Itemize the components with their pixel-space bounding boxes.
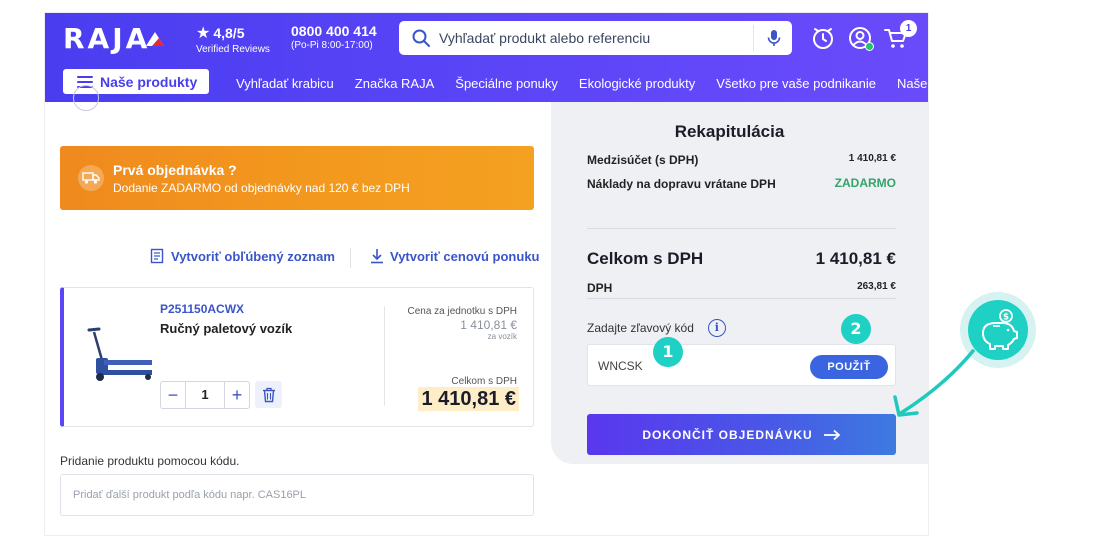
microphone-icon[interactable] — [764, 28, 784, 48]
vat-label: DPH — [587, 281, 613, 295]
unit-price-label: Cena za jednotku s DPH — [407, 306, 517, 317]
quote-label: Vytvoriť cenovú ponuku — [390, 248, 540, 264]
header-top-bar: RAJA ★ 4,8/5 Verified Reviews 0800 400 4… — [45, 13, 928, 65]
shipping-label: Náklady na dopravu vrátane DPH — [587, 177, 776, 191]
summary-title: Rekapitulácia — [674, 122, 785, 141]
svg-text:$: $ — [1003, 313, 1009, 323]
shipping-value: ZADARMO — [834, 176, 896, 190]
grand-total-value: 1 410,81 € — [815, 249, 896, 268]
order-summary-panel: Rekapitulácia Medzisúčet (s DPH) 1 410,8… — [551, 102, 928, 464]
nav-links: Vyhľadať krabicu Značka RAJA Špeciálne p… — [236, 65, 928, 102]
star-icon: ★ — [196, 25, 211, 42]
create-quote-link[interactable]: Vytvoriť cenovú ponuku — [370, 248, 540, 264]
summary-divider-1 — [587, 228, 896, 229]
line-total-label: Celkom s DPH — [451, 376, 517, 387]
info-icon[interactable]: i — [707, 319, 726, 337]
nav-link-raja-brand[interactable]: Značka RAJA — [355, 76, 434, 91]
pallet-truck-image[interactable] — [80, 326, 156, 384]
create-favourite-list-link[interactable]: Vytvoriť obľúbený zoznam — [149, 248, 335, 264]
product-name[interactable]: Ručný paletový vozík — [160, 321, 292, 336]
rating-value: 4,8/5 — [213, 25, 245, 41]
add-product-code-input[interactable] — [60, 474, 534, 516]
promo-code-label-row: Zadajte zľavový kód i — [587, 319, 726, 337]
product-reference[interactable]: P251150ACWX — [160, 302, 244, 316]
vat-row: DPH 263,81 € — [587, 281, 896, 295]
trash-icon — [262, 387, 275, 402]
cart-product-card: P251150ACWX Ručný paletový vozík − 1 + C… — [60, 287, 534, 427]
raja-logo[interactable]: RAJA — [63, 21, 165, 55]
unit-price-per: za vozík — [487, 332, 517, 341]
increase-quantity-button[interactable]: + — [225, 382, 249, 408]
first-order-banner: Prvá objednávka ? Dodanie ZADARMO od obj… — [60, 146, 534, 210]
nav-link-business[interactable]: Všetko pre vaše podnikanie — [716, 76, 876, 91]
order-tracking-clock-icon[interactable] — [810, 25, 836, 51]
phone-hours: (Po-Pi 8:00-17:00) — [291, 40, 373, 51]
search-bar — [399, 21, 792, 55]
phone-contact[interactable]: 0800 400 414 (Po-Pi 8:00-17:00) — [291, 23, 377, 51]
arrow-right-icon — [823, 429, 841, 440]
promo-code-label: Zadajte zľavový kód — [587, 321, 694, 335]
verified-reviews-rating[interactable]: ★ 4,8/5 Verified Reviews — [196, 23, 270, 55]
favourite-list-label: Vytvoriť obľúbený zoznam — [171, 248, 335, 264]
rating-source: Verified Reviews — [196, 44, 270, 55]
search-input[interactable] — [431, 23, 753, 53]
download-icon — [371, 249, 383, 264]
action-links-divider — [350, 248, 351, 268]
step-indicator-circle — [73, 85, 99, 111]
complete-order-button[interactable]: DOKONČIŤ OBJEDNÁVKU — [587, 414, 896, 455]
subtotal-row: Medzisúčet (s DPH) 1 410,81 € — [587, 153, 896, 167]
logo-flag-icon — [146, 32, 165, 46]
summary-divider-2 — [587, 298, 896, 299]
step-2-marker: 2 — [841, 314, 871, 344]
vat-value: 263,81 € — [857, 281, 896, 292]
pointer-arrow — [893, 349, 975, 417]
nav-link-eco-products[interactable]: Ekologické produkty — [579, 76, 695, 91]
step-1-marker: 1 — [653, 337, 683, 367]
price-divider — [384, 306, 385, 406]
line-total-value: 1 410,81 € — [418, 387, 519, 411]
logo-text: RAJA — [63, 21, 151, 55]
promo-code-box: POUŽIŤ — [587, 344, 896, 386]
decrease-quantity-button[interactable]: − — [161, 382, 185, 408]
nav-link-find-box[interactable]: Vyhľadať krabicu — [236, 76, 334, 91]
nav-link-more[interactable]: Naše — [897, 76, 927, 91]
cart-count-badge: 1 — [900, 20, 917, 37]
subtotal-label: Medzisúčet (s DPH) — [587, 153, 699, 167]
delivery-truck-icon — [78, 165, 104, 191]
nav-link-special-offers[interactable]: Špeciálne ponuky — [455, 76, 558, 91]
banner-subtitle: Dodanie ZADARMO od objednávky nad 120 € … — [113, 181, 410, 195]
banner-title: Prvá objednávka ? — [113, 162, 237, 178]
screenshot-stage: RAJA ★ 4,8/5 Verified Reviews 0800 400 4… — [0, 0, 1100, 555]
shipping-row: Náklady na dopravu vrátane DPH ZADARMO — [587, 176, 896, 192]
quantity-stepper: − 1 + — [160, 381, 250, 409]
subtotal-value: 1 410,81 € — [848, 153, 896, 164]
menu-button-label: Naše produkty — [100, 73, 198, 90]
unit-price-value: 1 410,81 € — [460, 318, 517, 332]
quantity-value[interactable]: 1 — [185, 382, 225, 408]
search-divider — [753, 25, 754, 51]
add-product-label: Pridanie produktu pomocou kódu. — [60, 454, 240, 468]
apply-promo-button[interactable]: POUŽIŤ — [810, 355, 888, 379]
grand-total-row: Celkom s DPH 1 410,81 € — [587, 249, 896, 269]
grand-total-label: Celkom s DPH — [587, 249, 704, 268]
main-navigation: Naše produkty Vyhľadať krabicu Značka RA… — [45, 65, 928, 102]
online-status-dot — [865, 42, 874, 51]
cart-page: RAJA ★ 4,8/5 Verified Reviews 0800 400 4… — [45, 13, 928, 535]
search-icon[interactable] — [411, 28, 431, 48]
remove-product-button[interactable] — [255, 381, 282, 408]
cart-action-links: Vytvoriť obľúbený zoznam Vytvoriť cenovú… — [149, 248, 540, 268]
complete-order-label: DOKONČIŤ OBJEDNÁVKU — [642, 427, 813, 442]
phone-number: 0800 400 414 — [291, 23, 377, 39]
list-document-icon — [150, 248, 164, 264]
